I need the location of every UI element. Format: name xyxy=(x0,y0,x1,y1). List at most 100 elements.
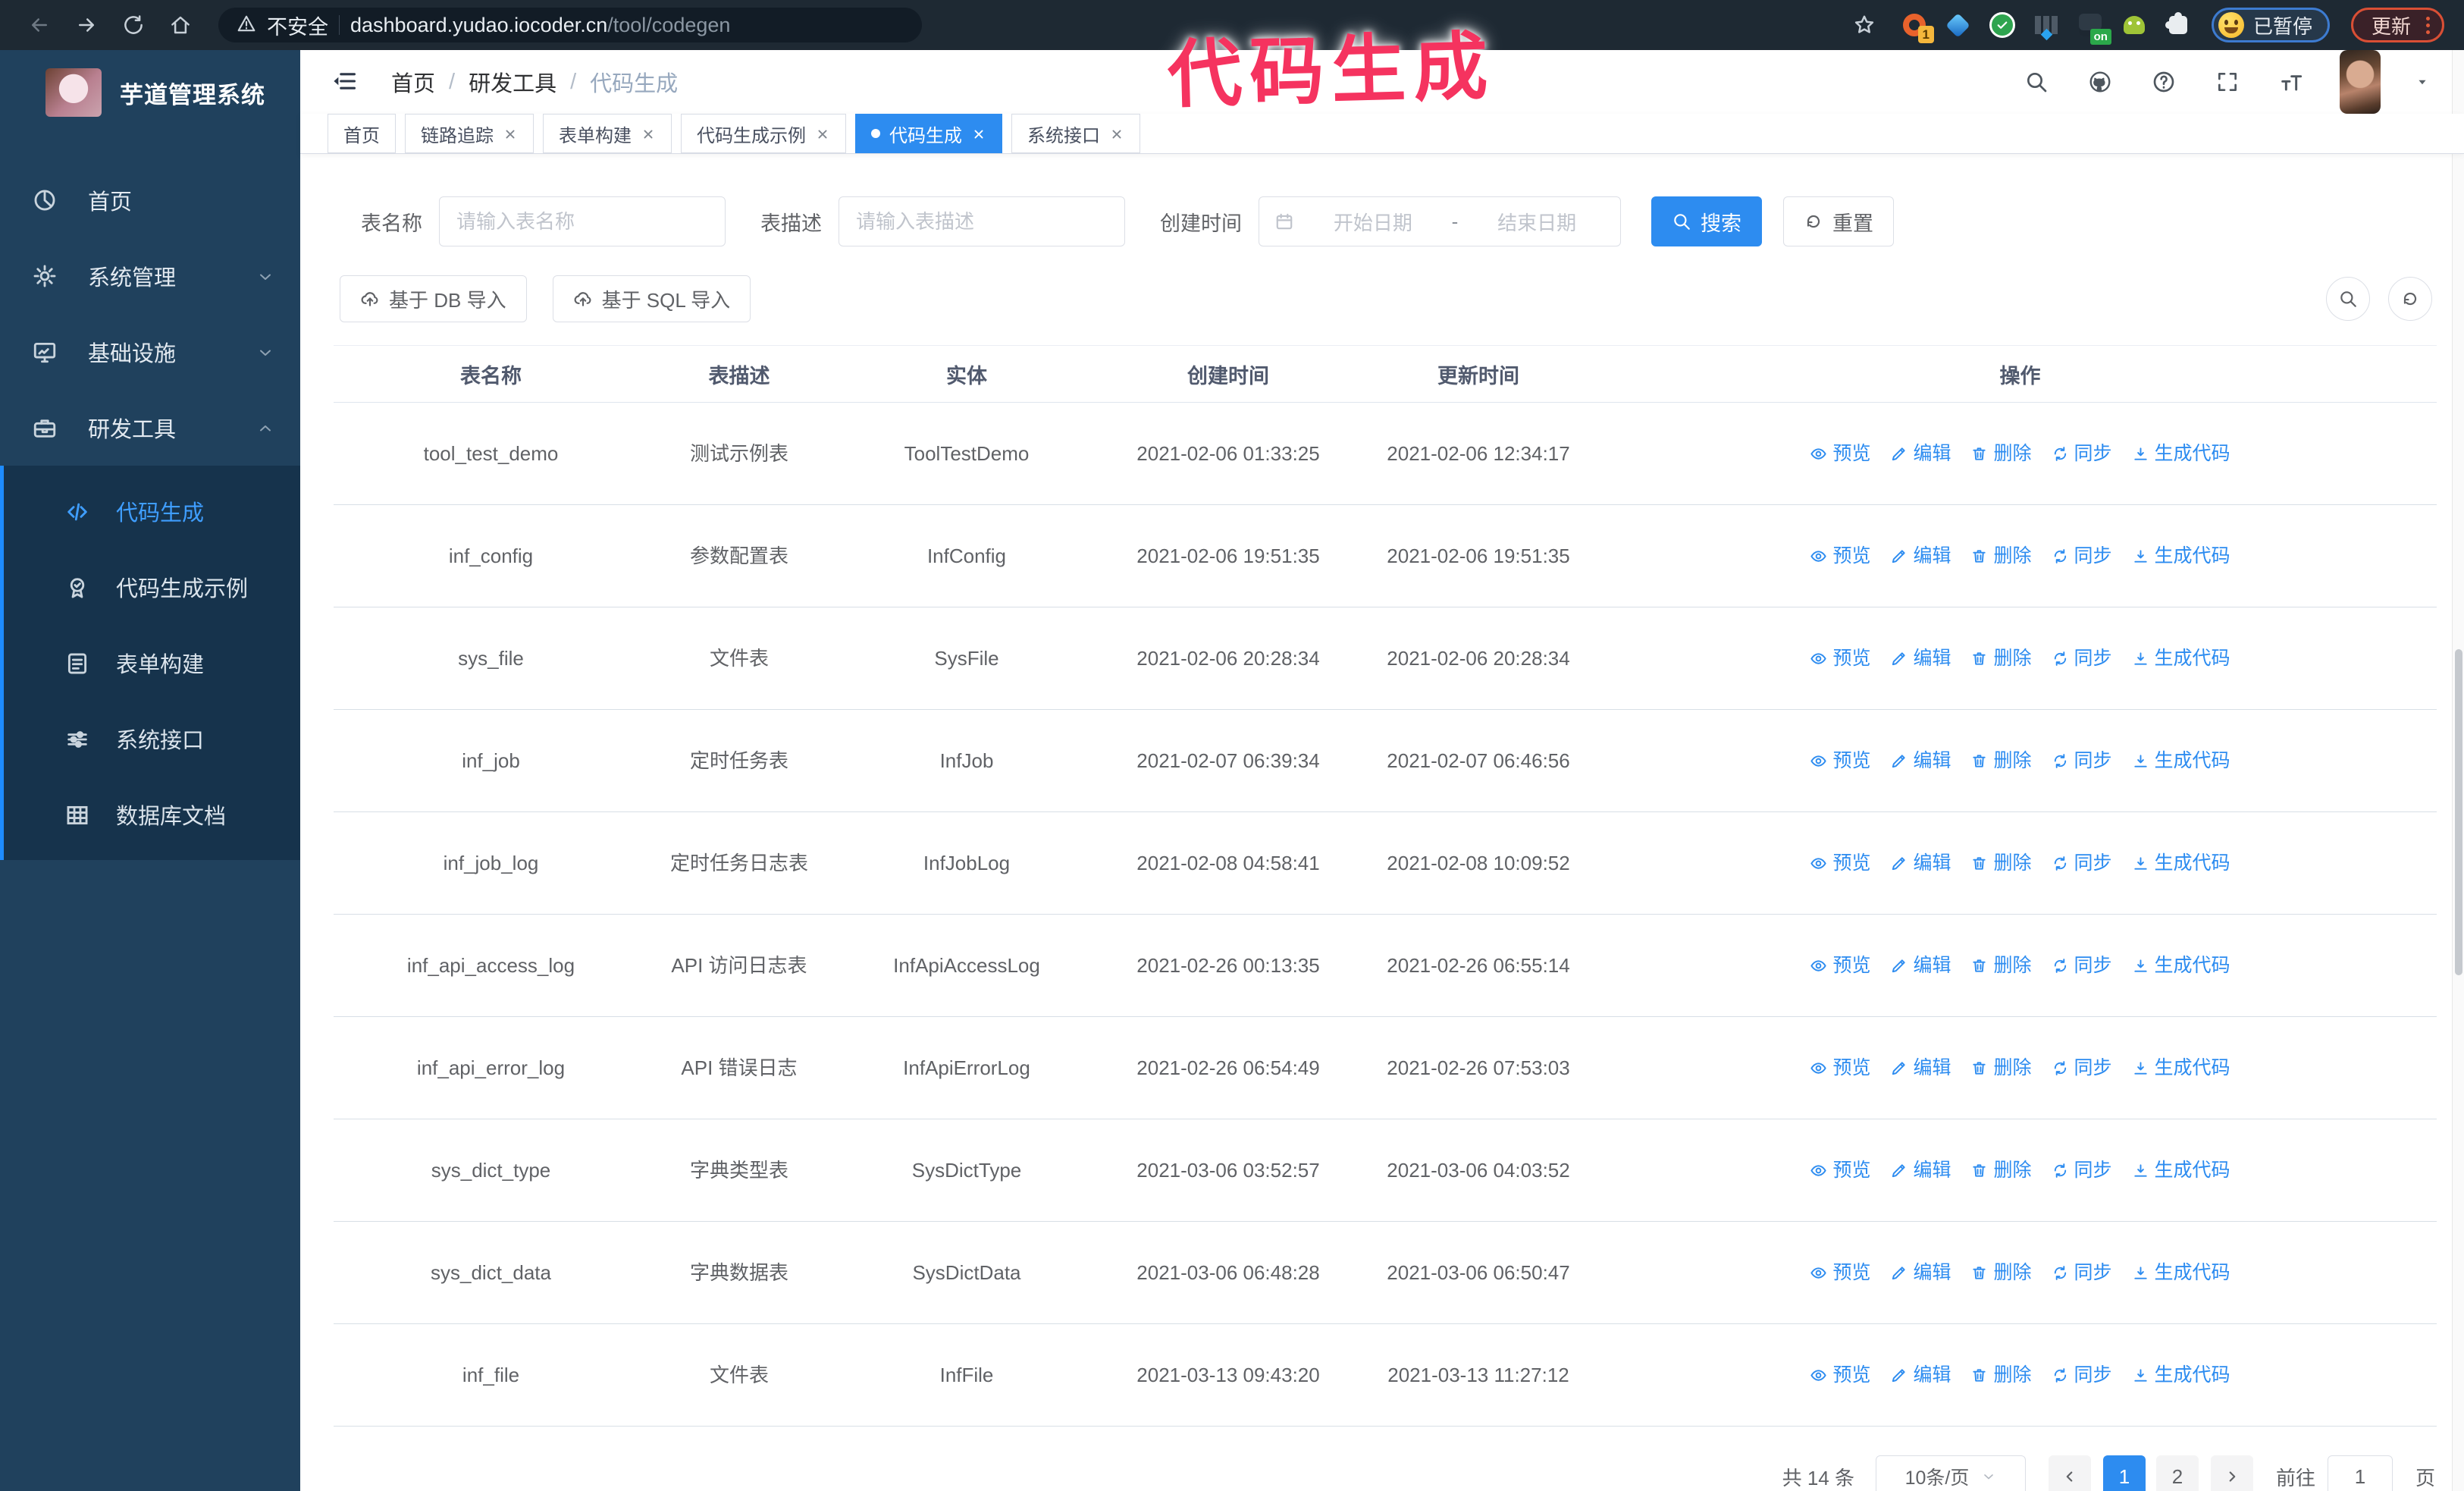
breadcrumb-item-devtools[interactable]: 研发工具 xyxy=(469,66,556,98)
delete-link[interactable]: 删除 xyxy=(1970,950,2032,981)
extensions-puzzle-icon[interactable] xyxy=(2165,11,2192,39)
sidebar-submenu-item[interactable]: 代码生成 xyxy=(4,473,300,549)
edit-link[interactable]: 编辑 xyxy=(1890,643,1951,674)
sync-link[interactable]: 同步 xyxy=(2052,746,2112,777)
edit-link[interactable]: 编辑 xyxy=(1890,438,1951,469)
preview-link[interactable]: 预览 xyxy=(1810,746,1870,777)
close-icon[interactable] xyxy=(971,126,986,141)
search-button[interactable]: 搜索 xyxy=(1651,196,1762,246)
generate-code-link[interactable]: 生成代码 xyxy=(2132,950,2230,981)
generate-code-link[interactable]: 生成代码 xyxy=(2132,541,2230,572)
sidebar-menu-item[interactable]: 系统管理 xyxy=(0,238,300,314)
edit-link[interactable]: 编辑 xyxy=(1890,746,1951,777)
generate-code-link[interactable]: 生成代码 xyxy=(2132,746,2230,777)
bookmark-star-icon[interactable] xyxy=(1845,5,1884,45)
sidebar-toggle-icon[interactable] xyxy=(328,67,361,97)
page-size-select[interactable]: 10条/页 xyxy=(1875,1455,2026,1491)
edit-link[interactable]: 编辑 xyxy=(1890,1155,1951,1186)
edit-link[interactable]: 编辑 xyxy=(1890,1360,1951,1391)
home-icon[interactable] xyxy=(161,5,200,45)
chevron-down-icon[interactable] xyxy=(2414,74,2431,90)
preview-link[interactable]: 预览 xyxy=(1810,1155,1870,1186)
import-sql-button[interactable]: 基于 SQL 导入 xyxy=(552,275,751,322)
preview-link[interactable]: 预览 xyxy=(1810,1053,1870,1084)
close-icon[interactable] xyxy=(641,126,656,141)
preview-link[interactable]: 预览 xyxy=(1810,438,1870,469)
extension-icon-robot[interactable] xyxy=(2121,11,2148,39)
prev-page-button[interactable] xyxy=(2048,1455,2091,1491)
delete-link[interactable]: 删除 xyxy=(1970,1155,2032,1186)
toggle-search-button[interactable] xyxy=(2326,277,2370,321)
preview-link[interactable]: 预览 xyxy=(1810,1257,1870,1289)
close-icon[interactable] xyxy=(503,126,518,141)
address-bar[interactable]: 不安全 dashboard.yudao.iocoder.cn/tool/code… xyxy=(218,8,922,42)
sync-link[interactable]: 同步 xyxy=(2052,1360,2112,1391)
scrollbar-thumb[interactable] xyxy=(2455,649,2462,975)
sync-link[interactable]: 同步 xyxy=(2052,1053,2112,1084)
generate-code-link[interactable]: 生成代码 xyxy=(2132,438,2230,469)
edit-link[interactable]: 编辑 xyxy=(1890,541,1951,572)
tab-item[interactable]: 代码生成示例 xyxy=(681,114,846,153)
table-desc-input[interactable] xyxy=(839,196,1125,246)
sidebar-menu-item[interactable]: 首页 xyxy=(0,162,300,238)
delete-link[interactable]: 删除 xyxy=(1970,1360,2032,1391)
sync-link[interactable]: 同步 xyxy=(2052,643,2112,674)
update-button[interactable]: 更新 xyxy=(2350,8,2444,42)
refresh-table-button[interactable] xyxy=(2388,277,2432,321)
generate-code-link[interactable]: 生成代码 xyxy=(2132,1053,2230,1084)
search-icon[interactable] xyxy=(2021,67,2052,97)
page-number-button[interactable]: 2 xyxy=(2155,1455,2199,1491)
delete-link[interactable]: 删除 xyxy=(1970,1053,2032,1084)
preview-link[interactable]: 预览 xyxy=(1810,643,1870,674)
edit-link[interactable]: 编辑 xyxy=(1890,848,1951,879)
tab-item[interactable]: 链路追踪 xyxy=(405,114,534,153)
sidebar-menu-item[interactable]: 研发工具 xyxy=(0,390,300,466)
kebab-menu-icon[interactable] xyxy=(2426,16,2430,34)
edit-link[interactable]: 编辑 xyxy=(1890,950,1951,981)
sync-link[interactable]: 同步 xyxy=(2052,1155,2112,1186)
extension-icon-grid[interactable] xyxy=(2033,11,2060,39)
sidebar-menu-item[interactable]: 基础设施 xyxy=(0,314,300,390)
sync-link[interactable]: 同步 xyxy=(2052,1257,2112,1289)
reset-button[interactable]: 重置 xyxy=(1783,196,1894,246)
reload-icon[interactable] xyxy=(114,5,153,45)
back-icon[interactable] xyxy=(20,5,59,45)
close-icon[interactable] xyxy=(1109,126,1124,141)
generate-code-link[interactable]: 生成代码 xyxy=(2132,1155,2230,1186)
delete-link[interactable]: 删除 xyxy=(1970,746,2032,777)
preview-link[interactable]: 预览 xyxy=(1810,950,1870,981)
sidebar-submenu-item[interactable]: 系统接口 xyxy=(4,701,300,777)
sidebar-submenu-item[interactable]: 数据库文档 xyxy=(4,777,300,852)
sync-link[interactable]: 同步 xyxy=(2052,848,2112,879)
generate-code-link[interactable]: 生成代码 xyxy=(2132,1360,2230,1391)
sync-link[interactable]: 同步 xyxy=(2052,950,2112,981)
table-name-input[interactable] xyxy=(439,196,726,246)
delete-link[interactable]: 删除 xyxy=(1970,438,2032,469)
extension-icon-on[interactable]: on xyxy=(2077,11,2111,45)
fullscreen-icon[interactable] xyxy=(2212,67,2243,97)
preview-link[interactable]: 预览 xyxy=(1810,1360,1870,1391)
delete-link[interactable]: 删除 xyxy=(1970,1257,2032,1289)
tab-item[interactable]: 表单构建 xyxy=(543,114,672,153)
page-number-button[interactable]: 1 xyxy=(2102,1455,2146,1491)
app-logo[interactable]: 芋道管理系统 xyxy=(0,50,300,135)
edit-link[interactable]: 编辑 xyxy=(1890,1053,1951,1084)
close-icon[interactable] xyxy=(815,126,830,141)
tab-item[interactable]: 代码生成 xyxy=(855,114,1002,153)
generate-code-link[interactable]: 生成代码 xyxy=(2132,848,2230,879)
edit-link[interactable]: 编辑 xyxy=(1890,1257,1951,1289)
tab-item[interactable]: 系统接口 xyxy=(1011,114,1140,153)
delete-link[interactable]: 删除 xyxy=(1970,541,2032,572)
preview-link[interactable]: 预览 xyxy=(1810,541,1870,572)
sync-link[interactable]: 同步 xyxy=(2052,438,2112,469)
scrollbar[interactable] xyxy=(2452,50,2464,1491)
generate-code-link[interactable]: 生成代码 xyxy=(2132,1257,2230,1289)
sidebar-submenu-item[interactable]: 代码生成示例 xyxy=(4,549,300,625)
user-avatar[interactable] xyxy=(2340,50,2381,114)
sync-link[interactable]: 同步 xyxy=(2052,541,2112,572)
extension-icon-gem[interactable] xyxy=(1945,11,1972,39)
extension-icon-check[interactable] xyxy=(1989,11,2016,39)
delete-link[interactable]: 删除 xyxy=(1970,643,2032,674)
preview-link[interactable]: 预览 xyxy=(1810,848,1870,879)
delete-link[interactable]: 删除 xyxy=(1970,848,2032,879)
